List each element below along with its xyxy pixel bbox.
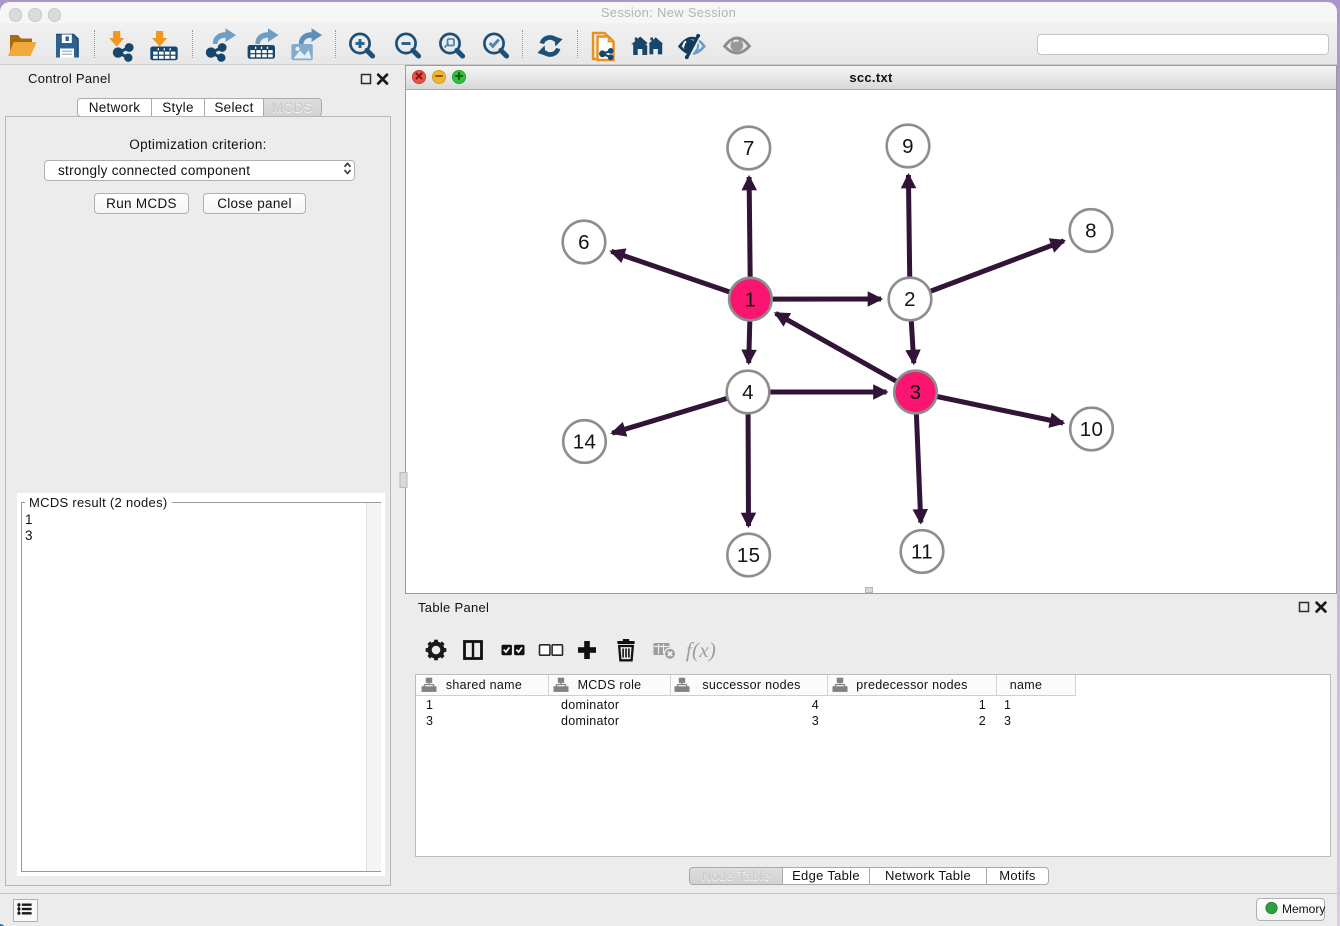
svg-text:3: 3 <box>910 381 922 404</box>
svg-text:8: 8 <box>1085 220 1097 243</box>
svg-text:6: 6 <box>578 231 590 254</box>
svg-text:14: 14 <box>573 431 596 454</box>
svg-text:9: 9 <box>902 135 914 158</box>
svg-text:10: 10 <box>1080 418 1103 441</box>
svg-text:1: 1 <box>745 288 757 311</box>
svg-text:4: 4 <box>742 381 754 404</box>
svg-text:f(x): f(x) <box>686 638 716 662</box>
svg-text:2: 2 <box>904 288 916 311</box>
svg-text:7: 7 <box>743 137 755 160</box>
svg-text:11: 11 <box>911 541 933 564</box>
svg-text:15: 15 <box>737 544 760 567</box>
